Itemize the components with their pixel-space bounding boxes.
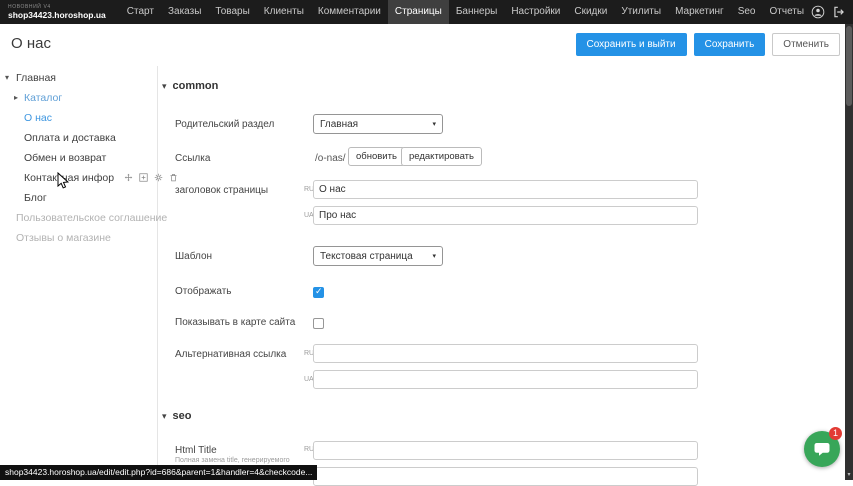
save-button[interactable]: Сохранить — [694, 33, 766, 56]
menu-orders[interactable]: Заказы — [161, 0, 208, 24]
tree-item-label: Обмен и возврат — [24, 152, 106, 164]
menu-seo[interactable]: Seo — [731, 0, 763, 24]
menu-marketing[interactable]: Маркетинг — [668, 0, 731, 24]
page-title-ru-input[interactable] — [313, 180, 698, 199]
tree-item-user-agreement[interactable]: Пользовательское соглашение — [0, 208, 157, 228]
page-title-label: заголовок страницы — [175, 185, 268, 196]
page-header: О нас Сохранить и выйти Сохранить Отмени… — [0, 24, 845, 64]
cancel-button[interactable]: Отменить — [772, 33, 840, 56]
link-update-button[interactable]: обновить — [348, 147, 405, 166]
display-checkbox[interactable] — [313, 287, 324, 298]
tree-item-label: Отзывы о магазине — [16, 232, 111, 244]
parent-section-select[interactable]: Главная ▾ — [313, 114, 443, 134]
logout-icon[interactable] — [832, 5, 846, 19]
html-title-hint: Полная замена title, генерируемого — [175, 457, 290, 464]
move-icon[interactable] — [124, 173, 133, 182]
page-title: О нас — [11, 35, 51, 52]
chevron-down-icon: ▾ — [432, 252, 436, 260]
tree-item-catalog[interactable]: ▸ Каталог — [0, 88, 157, 108]
menu-banners[interactable]: Баннеры — [449, 0, 504, 24]
section-label: common — [173, 80, 219, 92]
caret-down-icon: ▾ — [162, 81, 167, 91]
menu-reports[interactable]: Отчеты — [763, 0, 812, 24]
menu-pages[interactable]: Страницы — [388, 0, 449, 24]
menu-products[interactable]: Товары — [208, 0, 256, 24]
tree-item-store-reviews[interactable]: Отзывы о магазине — [0, 228, 157, 248]
menu-clients[interactable]: Клиенты — [257, 0, 311, 24]
tree-item-label: Контактная инфор — [24, 172, 114, 184]
logo[interactable]: НОВОВНИЙ V4 shop34423.horoshop.ua — [8, 5, 106, 20]
add-icon[interactable] — [139, 173, 148, 182]
section-label: seo — [173, 410, 192, 422]
sitemap-label: Показывать в карте сайта — [175, 317, 295, 328]
topbar-icons — [811, 5, 846, 19]
html-title-ua-input[interactable] — [313, 467, 698, 486]
tree-item-label: О нас — [24, 112, 52, 124]
tree-item-contact-info[interactable]: Контактная инфор — [0, 168, 157, 188]
tree-item-exchange-return[interactable]: Обмен и возврат — [0, 148, 157, 168]
alt-link-ua-input[interactable] — [313, 370, 698, 389]
caret-down-icon: ▾ — [162, 411, 167, 421]
chat-widget-button[interactable]: 1 — [804, 431, 840, 467]
menu-comments[interactable]: Комментарии — [311, 0, 388, 24]
chat-icon — [813, 440, 831, 458]
caret-down-icon[interactable]: ▾ — [5, 68, 9, 88]
scrollbar-thumb[interactable] — [846, 26, 852, 106]
page-title-ua-input[interactable] — [313, 206, 698, 225]
tree-item-main[interactable]: ▾ Главная — [0, 68, 157, 88]
scrollbar-down-arrow[interactable]: ▾ — [845, 471, 853, 478]
menu-start[interactable]: Старт — [120, 0, 161, 24]
header-actions: Сохранить и выйти Сохранить Отменить — [576, 33, 841, 56]
alt-link-label: Альтернативная ссылка — [175, 349, 286, 360]
save-and-exit-button[interactable]: Сохранить и выйти — [576, 33, 687, 56]
menu-settings[interactable]: Настройки — [504, 0, 567, 24]
section-common[interactable]: ▾ common — [162, 80, 218, 92]
tree-item-about[interactable]: О нас — [0, 108, 157, 128]
status-url-tooltip: shop34423.horoshop.ua/edit/edit.php?id=6… — [0, 465, 317, 480]
select-value: Текстовая страница — [320, 251, 413, 262]
main-menu: Старт Заказы Товары Клиенты Комментарии … — [120, 0, 811, 24]
topbar: НОВОВНИЙ V4 shop34423.horoshop.ua Старт … — [0, 0, 853, 24]
caret-right-icon[interactable]: ▸ — [14, 88, 18, 108]
tree-item-label: Оплата и доставка — [24, 132, 116, 144]
tree-item-label: Пользовательское соглашение — [16, 212, 167, 224]
pages-tree: ▾ Главная ▸ Каталог О нас Оплата и доста… — [0, 68, 157, 248]
link-label: Ссылка — [175, 153, 210, 164]
link-value: /o-nas/ — [315, 153, 346, 164]
tree-item-payment-delivery[interactable]: Оплата и доставка — [0, 128, 157, 148]
link-edit-button[interactable]: редактировать — [401, 147, 482, 166]
tree-item-label: Каталог — [24, 92, 62, 104]
menu-discounts[interactable]: Скидки — [567, 0, 614, 24]
display-label: Отображать — [175, 286, 231, 297]
parent-section-label: Родительский раздел — [175, 119, 274, 130]
account-icon[interactable] — [811, 5, 825, 19]
tree-item-blog[interactable]: Блог — [0, 188, 157, 208]
page-scrollbar[interactable]: ▾ — [845, 24, 853, 480]
logo-domain: shop34423.horoshop.ua — [8, 11, 106, 20]
page-edit-form: ▾ common Родительский раздел Главная ▾ Сс… — [158, 62, 845, 480]
tree-item-label: Главная — [16, 72, 56, 84]
chat-unread-badge: 1 — [829, 427, 842, 440]
logo-version: НОВОВНИЙ V4 — [8, 5, 106, 10]
tree-item-label: Блог — [24, 192, 47, 204]
alt-link-ru-input[interactable] — [313, 344, 698, 363]
chevron-down-icon: ▾ — [432, 120, 436, 128]
html-title-label: Html Title — [175, 445, 217, 456]
template-select[interactable]: Текстовая страница ▾ — [313, 246, 443, 266]
template-label: Шаблон — [175, 251, 212, 262]
menu-utilities[interactable]: Утилиты — [614, 0, 668, 24]
section-seo[interactable]: ▾ seo — [162, 410, 192, 422]
sitemap-checkbox[interactable] — [313, 318, 324, 329]
select-value: Главная — [320, 119, 358, 130]
html-title-ru-input[interactable] — [313, 441, 698, 460]
